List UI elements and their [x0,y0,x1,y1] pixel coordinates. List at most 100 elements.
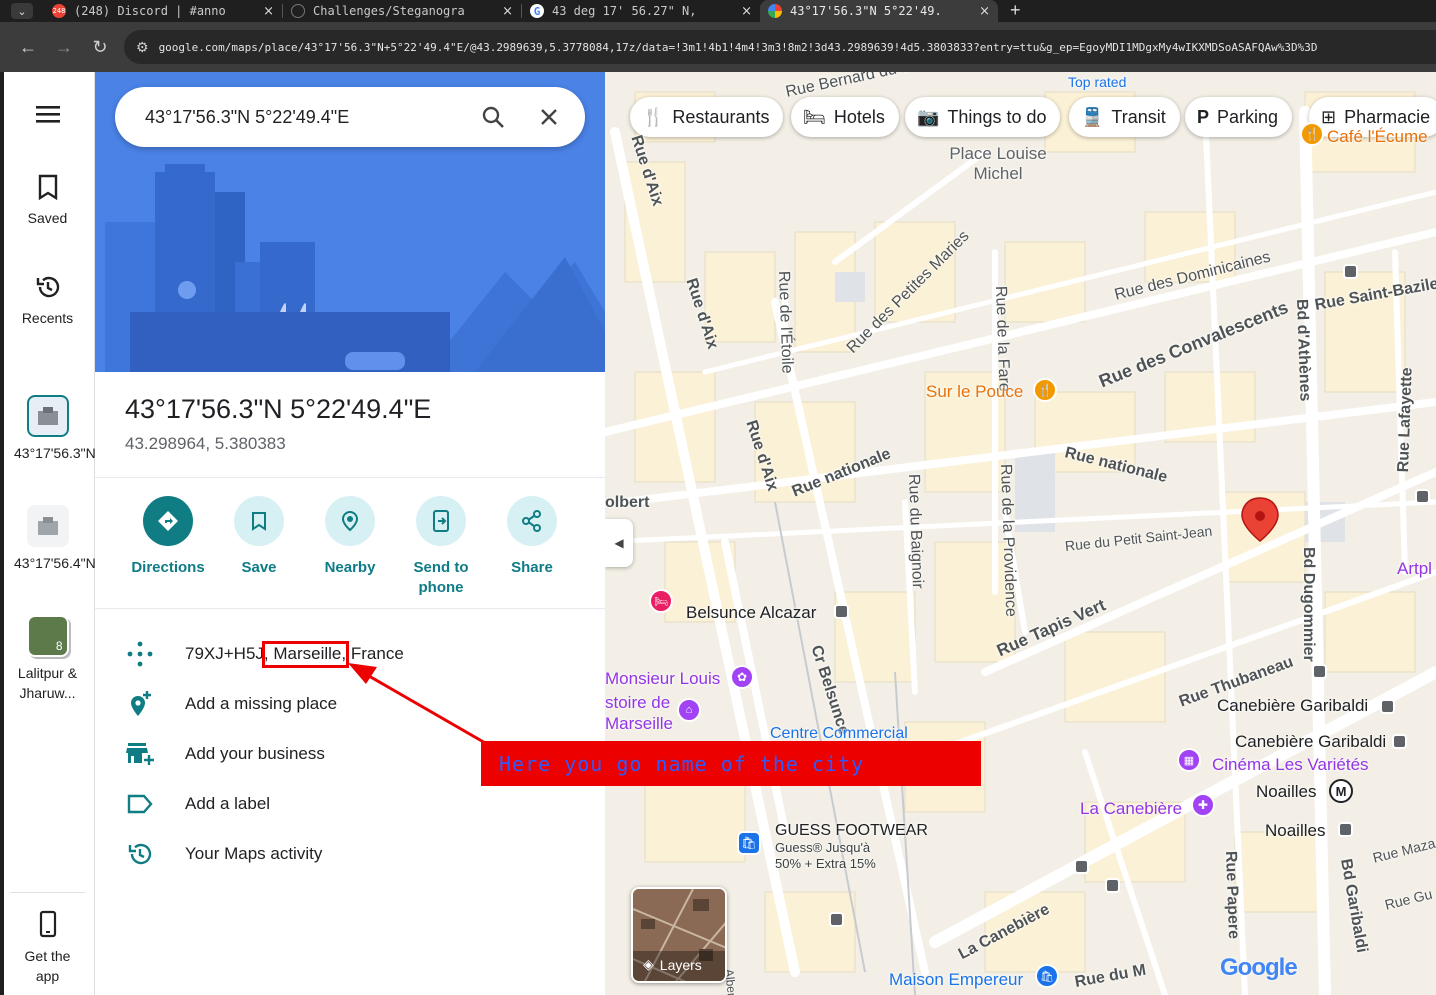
guess-label[interactable]: GUESS FOOTWEAR [775,822,928,840]
bus-stop-icon[interactable] [1392,734,1407,749]
plus-code-row[interactable]: 79XJ+H5J, Marseille, France [95,629,605,679]
metro-icon[interactable]: M [1329,779,1353,803]
add-location-icon [131,691,151,716]
get-app-button[interactable]: Get the app [0,910,95,986]
hamburger-icon [35,106,60,123]
add-business-label: Add your business [185,744,325,763]
directions-button[interactable]: Directions [123,496,213,578]
url-field[interactable]: ⚙ google.com/maps/place/43°17'56.3"N+5°2… [124,30,1436,64]
noailles-label[interactable]: Noailles [1265,821,1325,841]
browser-tab-discord[interactable]: 248 (248) Discord | #anno × [44,0,282,22]
maps-left-rail: Saved Recents 43°17'56.3"N... 43°17'56.4… [0,72,108,995]
bus-stop-icon[interactable] [834,604,849,619]
cinema-label[interactable]: Cinéma Les Variétés [1212,755,1369,775]
bus-stop-icon[interactable] [1380,699,1395,714]
transit-icon: 🚆 [1081,106,1104,127]
send-to-phone-button[interactable]: Send to phone [396,496,486,598]
bus-stop-icon[interactable] [829,912,844,927]
cinema-icon[interactable]: ▦ [1177,748,1201,772]
browser-tab-maps[interactable]: 43°17'56.3"N 5°22'49. × [760,0,998,22]
top-rated-label[interactable]: Top rated [1068,74,1126,90]
map-canvas[interactable]: 🍴 Restaurants 🛏 Hotels 📷 Things to do 🚆 Tran… [605,72,1436,995]
add-missing-place-row[interactable]: Add a missing place [95,679,605,729]
reload-icon[interactable]: ↻ [82,37,118,58]
histoire-label[interactable]: stoire de Marseille [605,692,675,734]
noailles-label[interactable]: Noailles [1256,782,1316,802]
chip-things-to-do[interactable]: 📷 Things to do [905,97,1061,137]
sur-le-pouce-label[interactable]: Sur le Pouce [926,382,1023,402]
activity-icon[interactable]: ✿ [730,665,754,689]
forward-icon[interactable]: → [46,37,82,58]
bus-stop-icon[interactable] [1415,489,1430,504]
bus-stop-icon[interactable] [1074,859,1089,874]
label-icon [127,794,153,814]
search-button[interactable] [465,105,521,129]
recent-place-3[interactable]: 8 Lalitpur & Jharuw... [0,615,95,703]
save-button[interactable]: Save [214,496,304,578]
close-icon[interactable]: × [502,4,513,19]
hotel-icon[interactable]: 🛏 [649,589,673,613]
recent-label: 43°17'56.4"N... [14,555,108,571]
search-box[interactable]: 43°17'56.3"N 5°22'49.4"E [115,87,585,147]
restaurant-icon[interactable]: 🍴 [1033,378,1057,402]
nearby-button[interactable]: Nearby [305,496,395,578]
bookmark-icon [252,512,266,531]
chip-parking[interactable]: P Parking [1185,97,1293,137]
maps-activity-label: Your Maps activity [185,844,323,863]
chip-hotels[interactable]: 🛏 Hotels [791,97,899,137]
close-icon[interactable]: × [741,4,752,19]
restaurant-icon[interactable]: 🍴 [1300,122,1324,146]
layers-label: Layers [659,956,702,973]
url-text: google.com/maps/place/43°17'56.3"N+5°22'… [158,40,1318,54]
search-input[interactable]: 43°17'56.3"N 5°22'49.4"E [145,107,465,128]
place-louise-michel-label[interactable]: Place Louise Michel [948,144,1048,184]
rail-divider [10,892,85,893]
site-settings-icon[interactable]: ⚙ [136,39,149,56]
parking-icon: P [1197,106,1210,127]
signpost-icon[interactable]: ✚ [1191,793,1215,817]
close-icon[interactable]: × [979,4,990,19]
pharmacy-icon: ⊞ [1321,106,1337,127]
chip-transit[interactable]: 🚆 Transit [1069,97,1180,137]
browser-tab-google[interactable]: G 43 deg 17' 56.27" N, × [522,0,760,22]
chip-restaurants[interactable]: 🍴 Restaurants [630,97,784,137]
recents-button[interactable]: Recents [0,274,95,328]
bus-stop-icon[interactable] [1105,878,1120,893]
new-tab-button[interactable]: + [998,0,1033,20]
maps-activity-row[interactable]: Your Maps activity [95,829,605,879]
maison-empereur-label[interactable]: Maison Empereur [889,970,1023,990]
la-canebiere-label[interactable]: La Canebière [1080,799,1182,819]
monsieur-louis-label[interactable]: Monsieur Louis [605,669,720,689]
photo-count: 8 [55,639,63,653]
street-label: olbert [605,494,650,511]
street-label: Rue Lafayette [1395,367,1416,473]
layers-button[interactable]: ◈ Layers [631,887,727,983]
back-icon[interactable]: ← [10,37,46,58]
shopping-icon[interactable]: 🛍 [1035,964,1059,988]
send-circle [416,496,466,546]
collapse-panel-button[interactable]: ◀ [605,519,633,567]
shopping-icon[interactable]: 🛍 [737,831,761,855]
saved-button[interactable]: Saved [0,174,95,228]
canebiere-garibaldi-label[interactable]: Canebière Garibaldi [1235,732,1386,752]
bus-stop-icon[interactable] [1338,822,1353,837]
tab-search-button[interactable]: ⌄ [0,0,44,22]
cafe-label[interactable]: Café l'Écume [1327,127,1428,147]
museum-icon[interactable]: ⌂ [677,698,701,722]
tab-title: 43 deg 17' 56.27" N, [552,4,697,18]
canebiere-garibaldi-label[interactable]: Canebière Garibaldi [1217,696,1368,716]
add-label-row[interactable]: Add a label [95,779,605,829]
share-button[interactable]: Share [487,496,577,578]
recent-place-1[interactable]: 43°17'56.3"N... [0,395,107,463]
close-icon[interactable]: × [263,4,274,19]
belsunce-alcazar-label[interactable]: Belsunce Alcazar [686,603,816,623]
annotation-callout: Here you go name of the city [481,741,981,786]
city-highlight-box [262,641,349,668]
bus-stop-icon[interactable] [1343,264,1358,279]
bus-stop-icon[interactable] [1312,664,1327,679]
clear-search-button[interactable] [521,107,577,127]
browser-tab-github[interactable]: Challenges/Steganogra × [283,0,521,22]
recent-place-2[interactable]: 43°17'56.4"N... [0,505,108,573]
menu-button[interactable] [0,104,95,132]
artpl-label[interactable]: Artpl [1397,559,1432,579]
